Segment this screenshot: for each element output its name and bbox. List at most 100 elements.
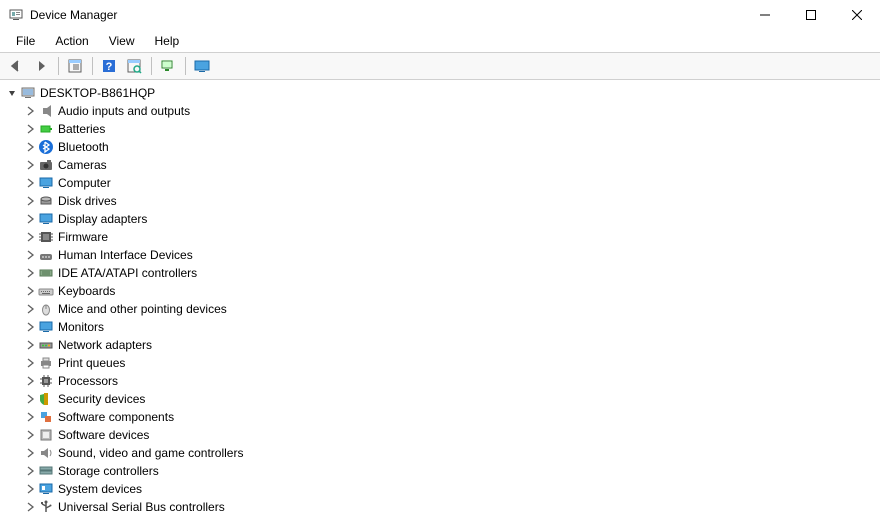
tree-category[interactable]: Monitors [4, 318, 880, 336]
expander-closed-icon[interactable] [22, 121, 38, 137]
tree-category[interactable]: Keyboards [4, 282, 880, 300]
firmware-icon [38, 229, 54, 245]
tree-category-label: Computer [58, 176, 111, 190]
device-tree[interactable]: DESKTOP-B861HQP Audio inputs and outputs… [0, 80, 880, 524]
tree-category-label: Batteries [58, 122, 105, 136]
expander-closed-icon[interactable] [22, 139, 38, 155]
expander-closed-icon[interactable] [22, 373, 38, 389]
maximize-button[interactable] [788, 0, 834, 30]
expander-closed-icon[interactable] [22, 175, 38, 191]
tree-category[interactable]: Batteries [4, 120, 880, 138]
expander-closed-icon[interactable] [22, 283, 38, 299]
expander-closed-icon[interactable] [22, 337, 38, 353]
tree-category-label: Storage controllers [58, 464, 159, 478]
expander-closed-icon[interactable] [22, 319, 38, 335]
sound-icon [38, 445, 54, 461]
tree-category-label: Security devices [58, 392, 145, 406]
tree-category[interactable]: Audio inputs and outputs [4, 102, 880, 120]
expander-closed-icon[interactable] [22, 247, 38, 263]
expander-closed-icon[interactable] [22, 157, 38, 173]
tree-category[interactable]: Firmware [4, 228, 880, 246]
tree-category[interactable]: Network adapters [4, 336, 880, 354]
toolbar-scan-button[interactable] [122, 55, 146, 77]
expander-closed-icon[interactable] [22, 481, 38, 497]
expander-closed-icon[interactable] [22, 229, 38, 245]
window-controls [742, 0, 880, 30]
menu-help[interactable]: Help [145, 32, 190, 50]
network-icon [38, 337, 54, 353]
expander-closed-icon[interactable] [22, 427, 38, 443]
expander-closed-icon[interactable] [22, 445, 38, 461]
tree-category[interactable]: Mice and other pointing devices [4, 300, 880, 318]
expander-closed-icon[interactable] [22, 499, 38, 515]
minimize-button[interactable] [742, 0, 788, 30]
expander-closed-icon[interactable] [22, 193, 38, 209]
menu-file[interactable]: File [6, 32, 45, 50]
tree-category[interactable]: Universal Serial Bus controllers [4, 498, 880, 516]
system-icon [38, 481, 54, 497]
tree-category[interactable]: Human Interface Devices [4, 246, 880, 264]
toolbar-monitor-button[interactable] [190, 55, 214, 77]
tree-category-label: Firmware [58, 230, 108, 244]
computer-icon [20, 85, 36, 101]
tree-category-label: Processors [58, 374, 118, 388]
tree-category[interactable]: Disk drives [4, 192, 880, 210]
tree-category-label: Network adapters [58, 338, 152, 352]
tree-category-label: Print queues [58, 356, 125, 370]
toolbar-show-hide-button[interactable] [63, 55, 87, 77]
tree-category-label: System devices [58, 482, 142, 496]
tree-category[interactable]: Cameras [4, 156, 880, 174]
toolbar-help-button[interactable]: ? [97, 55, 121, 77]
tree-category[interactable]: Security devices [4, 390, 880, 408]
tree-category[interactable]: Processors [4, 372, 880, 390]
tree-category[interactable]: Display adapters [4, 210, 880, 228]
disk-icon [38, 193, 54, 209]
close-button[interactable] [834, 0, 880, 30]
mouse-icon [38, 301, 54, 317]
expander-closed-icon[interactable] [22, 301, 38, 317]
menu-view[interactable]: View [99, 32, 145, 50]
expander-closed-icon[interactable] [22, 463, 38, 479]
menubar: File Action View Help [0, 30, 880, 52]
tree-category-label: Mice and other pointing devices [58, 302, 227, 316]
swdev-icon [38, 427, 54, 443]
toolbar-back-button[interactable] [4, 55, 28, 77]
tree-category[interactable]: Computer [4, 174, 880, 192]
tree-category-label: Display adapters [58, 212, 147, 226]
bluetooth-icon [38, 139, 54, 155]
tree-category-label: Software components [58, 410, 174, 424]
window-title: Device Manager [30, 8, 117, 22]
tree-category[interactable]: IDE ATA/ATAPI controllers [4, 264, 880, 282]
toolbar-device-button[interactable] [156, 55, 180, 77]
tree-category-label: Monitors [58, 320, 104, 334]
tree-category-label: Disk drives [58, 194, 117, 208]
toolbar-separator [58, 57, 59, 75]
expander-open-icon[interactable] [4, 85, 20, 101]
expander-closed-icon[interactable] [22, 409, 38, 425]
tree-category[interactable]: Bluetooth [4, 138, 880, 156]
computer-icon [38, 175, 54, 191]
toolbar-separator [151, 57, 152, 75]
cpu-icon [38, 373, 54, 389]
tree-category[interactable]: Software components [4, 408, 880, 426]
titlebar: Device Manager [0, 0, 880, 30]
tree-root[interactable]: DESKTOP-B861HQP [4, 84, 880, 102]
tree-category-label: Audio inputs and outputs [58, 104, 190, 118]
tree-category[interactable]: Print queues [4, 354, 880, 372]
tree-root-label: DESKTOP-B861HQP [40, 86, 155, 100]
tree-category[interactable]: Software devices [4, 426, 880, 444]
battery-icon [38, 121, 54, 137]
expander-closed-icon[interactable] [22, 103, 38, 119]
camera-icon [38, 157, 54, 173]
expander-closed-icon[interactable] [22, 355, 38, 371]
svg-text:?: ? [106, 61, 113, 73]
menu-action[interactable]: Action [45, 32, 98, 50]
tree-category[interactable]: Sound, video and game controllers [4, 444, 880, 462]
tree-category[interactable]: System devices [4, 480, 880, 498]
expander-closed-icon[interactable] [22, 211, 38, 227]
expander-closed-icon[interactable] [22, 391, 38, 407]
toolbar-forward-button[interactable] [29, 55, 53, 77]
toolbar: ? [0, 52, 880, 80]
tree-category[interactable]: Storage controllers [4, 462, 880, 480]
expander-closed-icon[interactable] [22, 265, 38, 281]
